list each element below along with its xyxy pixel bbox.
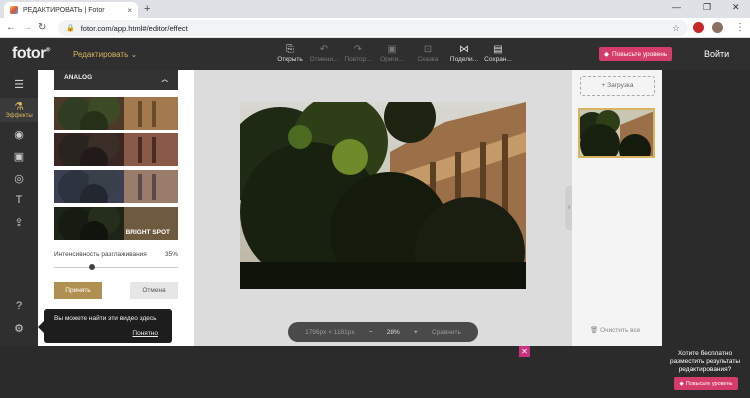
help-icon: ? xyxy=(15,300,23,312)
window-close-button[interactable]: ✕ xyxy=(732,2,740,13)
intensity-slider-track[interactable] xyxy=(54,267,178,268)
browser-address-bar: ← → ↻ 🔒 fotor.com/app.html#/editor/effec… xyxy=(0,18,750,38)
intensity-value: 35% xyxy=(165,251,179,258)
forward-button[interactable]: → xyxy=(22,22,32,33)
upload-button[interactable]: + Загрузка xyxy=(580,76,655,96)
redo-button[interactable]: ↷ Повтор... xyxy=(341,44,375,63)
ad-area xyxy=(0,346,750,398)
extension-icon[interactable] xyxy=(693,22,704,33)
section-header-analog[interactable]: ANALOG ︿ xyxy=(54,70,178,90)
url-field[interactable]: 🔒 fotor.com/app.html#/editor/effect ☆ xyxy=(58,20,688,36)
text-icon: T xyxy=(15,194,23,206)
share-icon: ⋈ xyxy=(459,44,469,55)
sticker-icon: ◎ xyxy=(14,173,24,185)
left-tool-rail: ☰ ⚗ Эффекты ◉ ▣ ◎ T ⇪ ? ⚙ xyxy=(0,70,38,346)
new-tab-button[interactable]: + xyxy=(144,3,150,15)
effect-name-label: BRIGHT SPOT xyxy=(125,229,170,236)
effects-panel: ANALOG ︿ BRIGHT SPOT Интенсивность разгла… xyxy=(38,70,194,346)
zoom-bar: 1796px × 1181px − 28% + Сравнить xyxy=(288,322,478,342)
text-tool-button[interactable]: T xyxy=(0,194,38,206)
url-text: fotor.com/app.html#/editor/effect xyxy=(80,23,188,33)
chevron-right-icon: › xyxy=(567,204,571,211)
promo-text: Хотите бесплатно разместить результаты р… xyxy=(669,350,741,373)
mode-dropdown[interactable]: Редактировать ⌄ xyxy=(73,50,137,59)
compare-button[interactable]: ⊡ Сказка xyxy=(411,44,445,63)
chevron-down-icon: ⌄ xyxy=(130,50,138,59)
back-button[interactable]: ← xyxy=(6,22,16,33)
zoom-in-button[interactable]: + xyxy=(414,329,418,336)
save-icon: ▤ xyxy=(493,44,503,55)
promo-upgrade-button[interactable]: ◆ Повысьте уровень xyxy=(674,377,738,390)
cancel-button[interactable]: Отмена xyxy=(130,282,178,299)
compare-button[interactable]: Сравнить xyxy=(432,329,461,336)
save-button[interactable]: ▤ Сохран... xyxy=(481,44,515,63)
intensity-slider-handle[interactable] xyxy=(89,264,95,270)
gear-icon: ⚙ xyxy=(14,323,24,335)
zoom-out-button[interactable]: − xyxy=(369,329,373,336)
edited-photo[interactable] xyxy=(240,102,526,289)
window-minimize-button[interactable]: — xyxy=(672,2,681,12)
image-tray: + Загрузка 🗑 Очистить все xyxy=(572,70,662,346)
clear-all-button[interactable]: 🗑 Очистить все xyxy=(590,326,640,334)
help-button[interactable]: ? xyxy=(0,300,38,312)
effect-thumbnail-bright-spot[interactable]: BRIGHT SPOT xyxy=(54,207,178,240)
tab-title: РЕДАКТИРОВАТЬ | Fotor xyxy=(23,6,105,14)
ad-close-icon[interactable]: ✕ xyxy=(519,346,530,357)
editor-canvas xyxy=(194,70,572,346)
video-hint-tooltip: Вы можете найти эти видео здесь Понятно xyxy=(38,309,172,343)
lock-icon: 🔒 xyxy=(66,25,75,32)
diamond-icon: ◆ xyxy=(679,380,684,387)
diamond-icon: ◆ xyxy=(604,51,609,58)
chevron-up-icon: ︿ xyxy=(161,76,169,83)
adjust-tool-button[interactable]: ☰ xyxy=(0,78,38,91)
reload-button[interactable]: ↻ xyxy=(38,22,46,33)
tab-close-icon[interactable]: × xyxy=(127,6,132,15)
redo-icon: ↷ xyxy=(353,44,363,55)
image-dimensions: 1796px × 1181px xyxy=(305,328,355,336)
beauty-tool-button[interactable]: ◉ xyxy=(0,128,38,141)
image-thumbnail[interactable] xyxy=(578,108,655,158)
undo-icon: ↶ xyxy=(319,44,329,55)
effect-thumbnail[interactable] xyxy=(54,170,178,203)
avatar[interactable] xyxy=(712,22,723,33)
share-button[interactable]: ⋈ Подели... xyxy=(447,44,481,63)
undo-button[interactable]: ↶ Отмени... xyxy=(307,44,341,63)
upgrade-button[interactable]: ◆ Повысьте уровень xyxy=(599,47,673,61)
cloud-tool-button[interactable]: ⇪ xyxy=(0,216,38,229)
fotor-logo[interactable]: fotor® xyxy=(12,45,50,63)
intensity-label: Интенсивность разглаживания xyxy=(54,251,147,258)
frame-tool-button[interactable]: ▣ xyxy=(0,150,38,163)
browser-tab[interactable]: РЕДАКТИРОВАТЬ | Fotor × xyxy=(4,2,138,18)
apply-button[interactable]: Принять xyxy=(54,282,102,299)
trash-icon: 🗑 xyxy=(590,327,599,334)
cloud-upload-icon: ⇪ xyxy=(14,217,24,229)
effect-thumbnail[interactable] xyxy=(54,133,178,166)
effect-thumbnail[interactable] xyxy=(54,97,178,130)
open-icon: ⎘ xyxy=(286,44,294,55)
compare-icon: ⊡ xyxy=(423,44,433,55)
flask-icon: ⚗ xyxy=(14,101,24,113)
zoom-level: 28% xyxy=(386,328,400,336)
browser-tab-bar: РЕДАКТИРОВАТЬ | Fotor × + — ❐ ✕ xyxy=(0,0,750,18)
original-button[interactable]: ▣ Ориги... xyxy=(375,44,409,63)
settings-button[interactable]: ⚙ xyxy=(0,322,38,335)
sliders-icon: ☰ xyxy=(14,79,24,91)
bookmark-star-icon[interactable]: ☆ xyxy=(672,23,680,34)
original-icon: ▣ xyxy=(387,44,397,55)
tooltip-text: Вы можете найти эти видео здесь xyxy=(54,315,157,322)
app-header: fotor® Редактировать ⌄ ⎘ Открыть ↶ Отмени.… xyxy=(0,38,750,70)
effects-tool-button[interactable]: ⚗ Эффекты xyxy=(0,98,38,122)
tooltip-ok-link[interactable]: Понятно xyxy=(132,330,158,337)
window-maximize-button[interactable]: ❐ xyxy=(703,2,711,13)
sticker-tool-button[interactable]: ◎ xyxy=(0,172,38,185)
browser-menu-icon[interactable]: ⋮ xyxy=(735,22,745,33)
login-button[interactable]: Войти xyxy=(704,49,729,59)
open-button[interactable]: ⎘ Открыть xyxy=(273,44,307,63)
eye-icon: ◉ xyxy=(14,129,24,141)
frame-icon: ▣ xyxy=(13,151,25,163)
fotor-favicon-icon xyxy=(10,6,18,14)
